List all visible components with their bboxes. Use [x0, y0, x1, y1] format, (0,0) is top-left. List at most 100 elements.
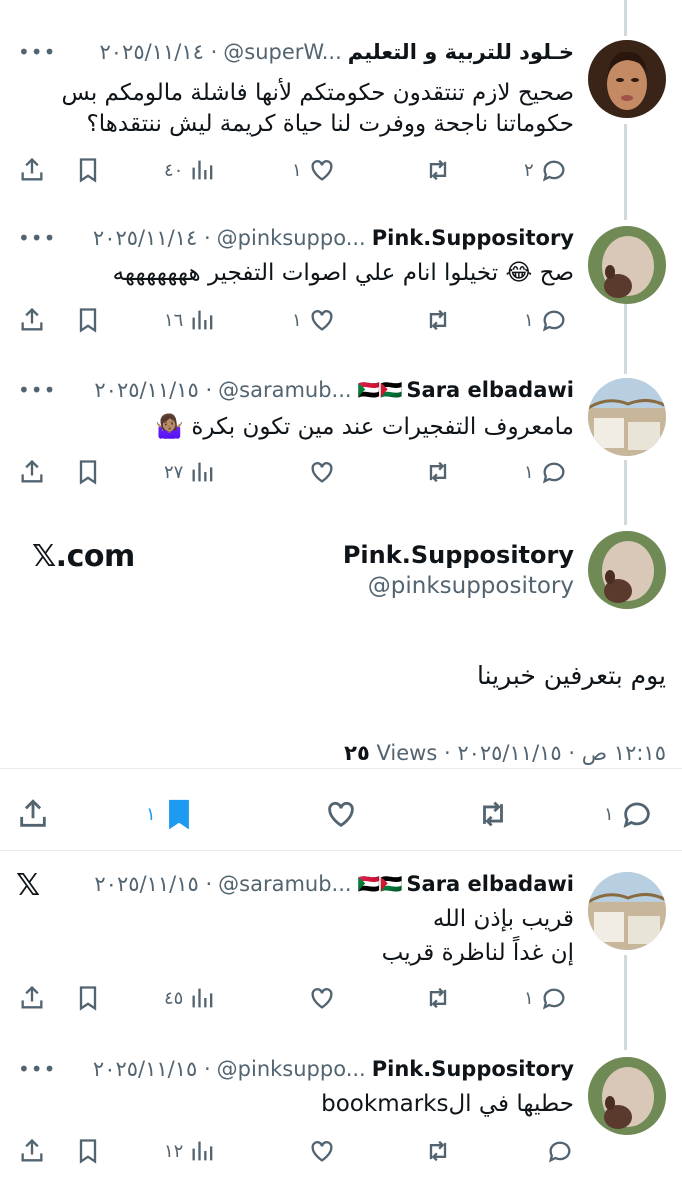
handle[interactable]: @pinksuppo... [217, 1057, 366, 1081]
share-button[interactable] [18, 300, 46, 340]
like-button[interactable]: ١ [292, 300, 336, 340]
reply-button[interactable]: ١ [604, 794, 654, 834]
tweet-text: صحيح لازم تنتقدون حكومتكم لأنها فاشلة ما… [61, 80, 574, 137]
views-count: ٤٠ [164, 159, 184, 181]
bookmark-count: ١ [146, 803, 156, 825]
reply-icon [548, 1141, 571, 1163]
retweet-button[interactable] [424, 150, 452, 190]
thread-line [624, 0, 627, 36]
views-count: ٢٧ [164, 461, 184, 483]
retweet-button[interactable] [424, 1131, 452, 1171]
date[interactable]: ٢٠٢٥/١١/١٥ · [94, 378, 212, 402]
handle[interactable]: @saramub... [218, 872, 351, 896]
like-icon [311, 988, 333, 1009]
handle[interactable]: @pinksuppo... [217, 226, 366, 250]
bookmark-button[interactable] [74, 452, 102, 492]
reply-count: ٢ [524, 159, 534, 181]
views-button[interactable]: ١٦ [164, 300, 217, 340]
retweet-button[interactable] [424, 452, 452, 492]
display-name[interactable]: Pink.Suppository [372, 1057, 574, 1081]
date[interactable]: ٢٠٢٥/١١/١٥ · [93, 1057, 211, 1081]
views-button[interactable]: ٤٠ [164, 150, 217, 190]
reply-button[interactable] [546, 1131, 574, 1171]
share-button[interactable] [16, 794, 50, 834]
datetime[interactable]: ١٢:١٥ ص · ٢٠٢٥/١١/١٥ · [444, 741, 666, 765]
date[interactable]: ٢٠٢٥/١١/١٥ · [94, 872, 212, 896]
divider [0, 768, 682, 769]
like-button[interactable] [324, 794, 358, 834]
tweet-meta: Sara elbadawi 🇸🇩🇵🇸 @saramub... ٢٠٢٥/١١/١… [94, 868, 574, 900]
reply-count: ١ [524, 461, 534, 483]
tweet-text: حطيها في الbookmarks [321, 1091, 574, 1117]
tweet[interactable]: ••• خـلود للتربية و التعليم @superW... ٢… [0, 36, 682, 196]
bookmark-button[interactable] [74, 1131, 102, 1171]
reply-button[interactable]: ١ [524, 300, 568, 340]
more-icon[interactable]: ••• [18, 40, 56, 64]
retweet-button[interactable] [476, 794, 510, 834]
more-icon[interactable]: ••• [18, 1057, 56, 1081]
bookmark-button[interactable] [74, 978, 102, 1018]
share-button[interactable] [18, 150, 46, 190]
display-name[interactable]: Pink.Suppository [343, 541, 574, 569]
handle[interactable]: @superW... [223, 40, 342, 64]
display-name[interactable]: Sara elbadawi [406, 872, 574, 896]
avatar[interactable] [588, 1057, 666, 1135]
views-button[interactable]: ٢٧ [164, 452, 217, 492]
display-name[interactable]: خـلود للتربية و التعليم [348, 40, 574, 64]
tweet-text: يوم بتعرفين خبرينا [476, 661, 666, 690]
views-count: ١٦ [164, 309, 184, 331]
display-name[interactable]: Sara elbadawi [406, 378, 574, 402]
avatar[interactable] [588, 531, 666, 609]
tweet[interactable]: ••• Pink.Suppository @pinksuppo... ٢٠٢٥/… [0, 222, 682, 352]
action-bar: ٤٠ ١ ٢ [0, 150, 682, 190]
share-icon [21, 985, 43, 1009]
like-icon [328, 801, 354, 828]
flag-emojis: 🇸🇩🇵🇸 [357, 873, 403, 895]
date[interactable]: ٢٠٢٥/١١/١٤ · [93, 226, 211, 250]
tweet-text: مامعروف التفجيرات عند مين تكون بكرة 🤷🏽‍♀… [155, 414, 574, 440]
views-button[interactable]: ١٢ [164, 1131, 217, 1171]
x-logo-icon[interactable]: 𝕏 [16, 868, 40, 903]
views-icon [192, 1141, 213, 1161]
date[interactable]: ٢٠٢٥/١١/١٤ · [100, 40, 218, 64]
views-count: ٤٥ [164, 987, 184, 1009]
share-button[interactable] [18, 978, 46, 1018]
like-button[interactable] [308, 978, 336, 1018]
display-name[interactable]: Pink.Suppository [372, 226, 574, 250]
reply-count: ١ [604, 803, 614, 825]
like-button[interactable] [308, 1131, 336, 1171]
brand-link[interactable]: 𝕏.com [32, 539, 135, 574]
like-icon [311, 310, 333, 331]
like-button[interactable]: ١ [292, 150, 336, 190]
like-button[interactable] [308, 452, 336, 492]
share-button[interactable] [18, 452, 46, 492]
more-icon[interactable]: ••• [18, 226, 56, 250]
handle[interactable]: @saramub... [218, 378, 351, 402]
avatar[interactable] [588, 378, 666, 456]
tweet[interactable]: ••• Pink.Suppository @pinksuppo... ٢٠٢٥/… [0, 1053, 682, 1193]
reply-button[interactable]: ١ [524, 452, 568, 492]
views-button[interactable]: ٤٥ [164, 978, 217, 1018]
more-icon[interactable]: ••• [18, 378, 56, 402]
like-count: ١ [292, 309, 302, 331]
retweet-icon [429, 309, 447, 331]
retweet-button[interactable] [424, 978, 452, 1018]
retweet-button[interactable] [424, 300, 452, 340]
avatar[interactable] [588, 872, 666, 950]
avatar[interactable] [588, 226, 666, 304]
handle[interactable]: @pinksuppository [368, 573, 574, 599]
bookmark-button[interactable]: ١ [146, 794, 196, 834]
main-action-bar: ١ ١ [0, 794, 682, 834]
tweet-meta: خـلود للتربية و التعليم @superW... ٢٠٢٥/… [100, 36, 575, 68]
reply-count: ١ [524, 987, 534, 1009]
retweet-icon [429, 461, 447, 483]
bookmark-button[interactable] [74, 300, 102, 340]
avatar[interactable] [588, 40, 666, 118]
share-button[interactable] [18, 1131, 46, 1171]
tweet[interactable]: ••• Sara elbadawi 🇸🇩🇵🇸 @saramub... ٢٠٢٥/… [0, 374, 682, 504]
reply-button[interactable]: ١ [524, 978, 568, 1018]
like-count: ١ [292, 159, 302, 181]
reply-button[interactable]: ٢ [524, 150, 568, 190]
bookmark-button[interactable] [74, 150, 102, 190]
tweet[interactable]: 𝕏 Sara elbadawi 🇸🇩🇵🇸 @saramub... ٢٠٢٥/١١… [0, 868, 682, 1028]
